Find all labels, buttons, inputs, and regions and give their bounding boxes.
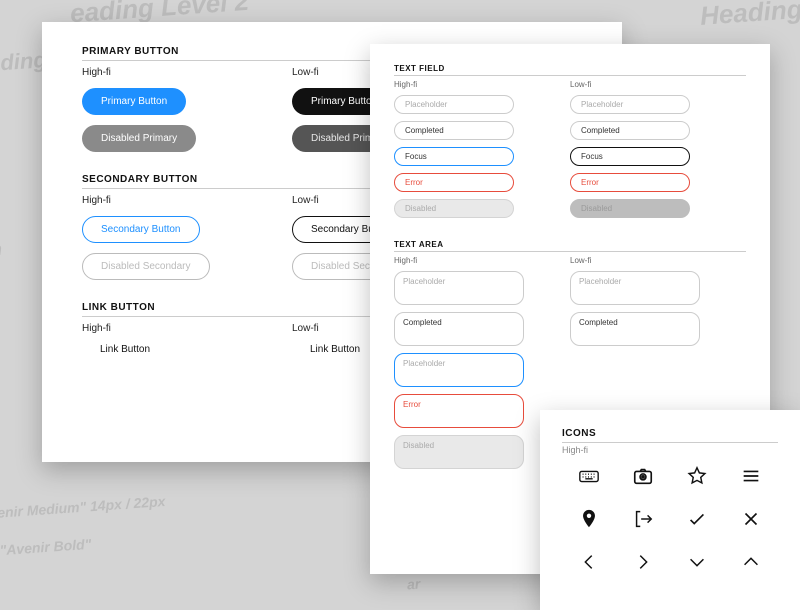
chevron-right-icon	[632, 551, 654, 576]
text-field-placeholder-lowfi[interactable]: Placeholder	[570, 95, 690, 114]
link-button[interactable]: Link Button	[82, 344, 292, 355]
variant-label: High-fi	[82, 67, 292, 78]
variant-label: High-fi	[394, 80, 570, 89]
chevron-up-icon	[740, 551, 762, 576]
hamburger-menu-icon	[740, 465, 762, 490]
section-title: ICONS	[562, 428, 778, 443]
chevron-left-icon	[578, 551, 600, 576]
bg-text: Heading	[0, 47, 48, 79]
bg-text: old: "Avenir Bold"	[0, 536, 92, 560]
variant-label: High-fi	[82, 195, 292, 206]
text-field-focus-lowfi[interactable]: Focus	[570, 147, 690, 166]
variant-label: High-fi	[82, 323, 292, 334]
text-area-disabled: Disabled	[394, 435, 524, 469]
bg-text: aph	[0, 239, 3, 262]
secondary-button-disabled: Disabled Secondary	[82, 253, 210, 280]
star-icon	[686, 465, 708, 490]
exit-icon	[632, 508, 654, 533]
text-field-disabled: Disabled	[394, 199, 514, 218]
variant-label: High-fi	[562, 445, 778, 455]
text-area-focus[interactable]: Placeholder	[394, 353, 524, 387]
text-area-placeholder[interactable]: Placeholder	[394, 271, 524, 305]
bg-text: : "Avenir Medium" 14px / 22px	[0, 493, 166, 523]
secondary-button[interactable]: Secondary Button	[82, 216, 200, 243]
close-icon	[740, 508, 762, 533]
variant-label: Low-fi	[570, 256, 746, 265]
text-field-placeholder[interactable]: Placeholder	[394, 95, 514, 114]
camera-icon	[632, 465, 654, 490]
keyboard-icon	[578, 465, 600, 490]
text-field-error[interactable]: Error	[394, 173, 514, 192]
text-field-focus[interactable]: Focus	[394, 147, 514, 166]
text-area-error[interactable]: Error	[394, 394, 524, 428]
section-text-field: TEXT FIELD High-fi Placeholder Completed…	[394, 64, 746, 218]
section-title: TEXT FIELD	[394, 64, 746, 76]
text-area-completed-lowfi[interactable]: Completed	[570, 312, 700, 346]
location-pin-icon	[578, 508, 600, 533]
chevron-down-icon	[686, 551, 708, 576]
checkmark-icon	[686, 508, 708, 533]
primary-button-disabled: Disabled Primary	[82, 125, 196, 152]
text-field-completed[interactable]: Completed	[394, 121, 514, 140]
variant-label: Low-fi	[570, 80, 746, 89]
variant-label: High-fi	[394, 256, 570, 265]
panel-icons: ICONS High-fi	[540, 410, 800, 610]
text-area-placeholder-lowfi[interactable]: Placeholder	[570, 271, 700, 305]
primary-button[interactable]: Primary Button	[82, 88, 186, 115]
text-field-error-lowfi[interactable]: Error	[570, 173, 690, 192]
text-field-disabled-lowfi: Disabled	[570, 199, 690, 218]
bg-text: Heading Le	[699, 0, 800, 32]
text-area-completed[interactable]: Completed	[394, 312, 524, 346]
bg-text: ar	[406, 576, 420, 593]
section-title: TEXT AREA	[394, 240, 746, 252]
text-field-completed-lowfi[interactable]: Completed	[570, 121, 690, 140]
